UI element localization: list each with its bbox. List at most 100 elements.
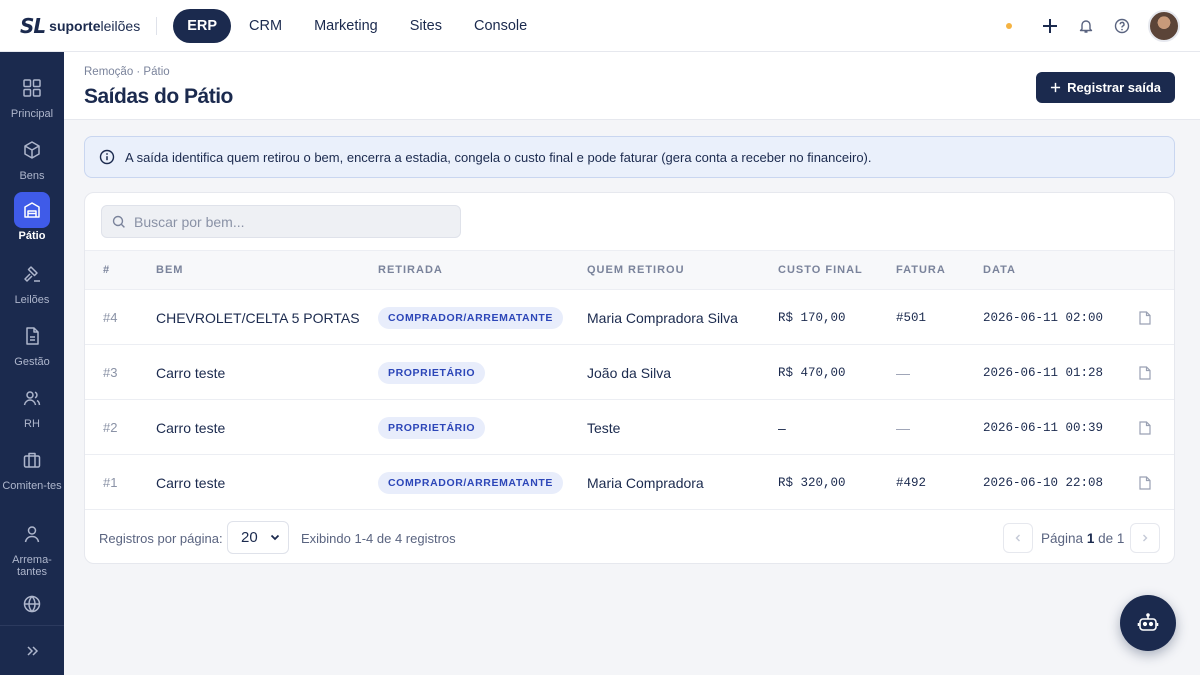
sidebar-item-label: Pátio: [18, 230, 46, 242]
row-quem-retirou: Maria Compradora: [587, 474, 704, 491]
table-row[interactable]: #4 CHEVROLET/CELTA 5 PORTAS COMPRADOR/AR…: [85, 290, 1174, 345]
help-icon[interactable]: [1112, 16, 1132, 36]
user-icon: [14, 516, 50, 552]
search-input[interactable]: [134, 213, 444, 230]
chevrons-right-icon: [27, 645, 39, 656]
page-prefix: Página: [1041, 530, 1084, 546]
search-box[interactable]: [101, 205, 461, 238]
breadcrumb: Remoção · Pátio: [84, 66, 170, 78]
warehouse-icon: [14, 192, 50, 228]
top-actions: [1006, 0, 1180, 52]
sidebar-item-patio[interactable]: Pátio: [0, 192, 64, 242]
prev-page-button[interactable]: [1003, 523, 1033, 553]
status-dot: [1006, 23, 1012, 29]
logo-text: suporteleilões: [49, 18, 140, 34]
row-bem: Carro teste: [156, 474, 226, 491]
table-footer: Registros por página: 20 Exibindo 1-4 de…: [85, 511, 1174, 563]
expand-sidebar-button[interactable]: [0, 625, 64, 675]
table-row[interactable]: #2 Carro teste PROPRIETÁRIO Teste – — 20…: [85, 400, 1174, 455]
document-icon[interactable]: [1139, 400, 1151, 455]
document-icon[interactable]: [1139, 290, 1151, 345]
avatar[interactable]: [1148, 10, 1180, 42]
chevron-right-icon: [1143, 534, 1148, 542]
sidebar-item-label: Comiten-tes: [2, 480, 62, 492]
tab-sites[interactable]: Sites: [396, 10, 456, 42]
logo-name-rest: leilões: [100, 17, 141, 34]
table-row[interactable]: #1 Carro teste COMPRADOR/ARREMATANTE Mar…: [85, 455, 1174, 510]
row-quem-retirou: Teste: [587, 419, 621, 436]
info-banner: A saída identifica quem retirou o bem, e…: [84, 136, 1175, 178]
column-header-fatura: FATURA: [896, 264, 946, 276]
assistant-bot-button[interactable]: [1120, 595, 1176, 651]
logo[interactable]: SL suporteleilões: [20, 0, 140, 52]
row-custo-final: R$ 470,00: [778, 365, 846, 380]
tab-console[interactable]: Console: [460, 10, 541, 42]
sidebar-item-label: Leilões: [14, 294, 50, 306]
page-title: Saídas do Pátio: [84, 85, 233, 108]
sidebar-item-bens[interactable]: Bens: [0, 132, 64, 182]
sidebar-item-arrematantes[interactable]: Arrema-tantes: [0, 516, 64, 578]
tab-crm[interactable]: CRM: [235, 10, 296, 42]
records-info: Exibindo 1-4 de 4 registros: [301, 530, 456, 546]
row-data: 2026-06-11 00:39: [983, 420, 1104, 435]
sidebar-item-gestao[interactable]: Gestão: [0, 318, 64, 368]
row-data: 2026-06-11 02:00: [983, 310, 1104, 325]
sidebar-item-rh[interactable]: RH: [0, 380, 64, 430]
per-page-value: 20: [241, 529, 258, 546]
row-data: 2026-06-10 22:08: [983, 475, 1104, 490]
logo-name-bold: suporte: [49, 17, 101, 34]
document-icon[interactable]: [1139, 455, 1151, 510]
row-number: #3: [103, 365, 118, 380]
chevron-left-icon: [1015, 534, 1020, 542]
sidebar-item-label: Gestão: [14, 356, 50, 368]
row-fatura[interactable]: #492: [896, 455, 926, 510]
search-icon: [112, 215, 125, 228]
register-exit-label: Registrar saída: [1067, 80, 1161, 95]
row-fatura: —: [896, 419, 910, 436]
top-bar: SL suporteleilões ERP CRM Marketing Site…: [0, 0, 1200, 52]
info-text: A saída identifica quem retirou o bem, e…: [125, 149, 872, 165]
status-badge: PROPRIETÁRIO: [378, 361, 486, 384]
tab-marketing[interactable]: Marketing: [300, 10, 392, 42]
row-fatura: —: [896, 364, 910, 381]
column-header-number: #: [103, 264, 111, 276]
next-page-button[interactable]: [1130, 523, 1160, 553]
row-quem-retirou: Maria Compradora Silva: [587, 309, 738, 326]
current-page: 1: [1086, 530, 1095, 546]
plus-icon[interactable]: [1040, 16, 1060, 36]
row-fatura[interactable]: #501: [896, 290, 926, 345]
row-retirada: PROPRIETÁRIO: [378, 345, 486, 400]
document-icon[interactable]: [1139, 345, 1151, 400]
chevron-down-icon: [270, 534, 280, 541]
row-custo-final: R$ 320,00: [778, 475, 846, 490]
divider: [156, 16, 158, 35]
row-bem: Carro teste: [156, 419, 226, 436]
status-badge: COMPRADOR/ARREMATANTE: [378, 471, 564, 494]
sidebar-item-comitentes[interactable]: Comiten-tes: [0, 442, 64, 492]
per-page-select[interactable]: 20: [227, 521, 289, 554]
column-header-quem-retirou: QUEM RETIROU: [587, 264, 685, 276]
sidebar-item-sites[interactable]: [0, 586, 64, 622]
sidebar-item-label: Principal: [10, 108, 54, 120]
per-page-label: Registros por página:: [99, 530, 223, 546]
sidebar-item-leiloes[interactable]: Leilões: [0, 256, 64, 306]
tab-erp[interactable]: ERP: [173, 8, 232, 43]
grid-icon: [14, 70, 50, 106]
bell-icon[interactable]: [1076, 16, 1096, 36]
register-exit-button[interactable]: Registrar saída: [1036, 72, 1175, 103]
sidebar: Principal Bens Pátio Leilões Gestão RH C…: [0, 52, 64, 675]
row-number: #2: [103, 420, 118, 435]
row-bem: Carro teste: [156, 364, 226, 381]
gavel-icon: [14, 256, 50, 292]
sidebar-item-principal[interactable]: Principal: [0, 70, 64, 120]
row-data: 2026-06-11 01:28: [983, 365, 1104, 380]
row-quem-retirou: João da Silva: [587, 364, 672, 381]
document-icon: [14, 318, 50, 354]
table-row[interactable]: #3 Carro teste PROPRIETÁRIO João da Silv…: [85, 345, 1174, 400]
row-custo-final: –: [778, 419, 786, 436]
row-number: #4: [103, 310, 118, 325]
globe-icon: [14, 586, 50, 622]
row-retirada: PROPRIETÁRIO: [378, 400, 486, 455]
plus-icon: [1050, 82, 1061, 93]
row-retirada: COMPRADOR/ARREMATANTE: [378, 290, 564, 345]
